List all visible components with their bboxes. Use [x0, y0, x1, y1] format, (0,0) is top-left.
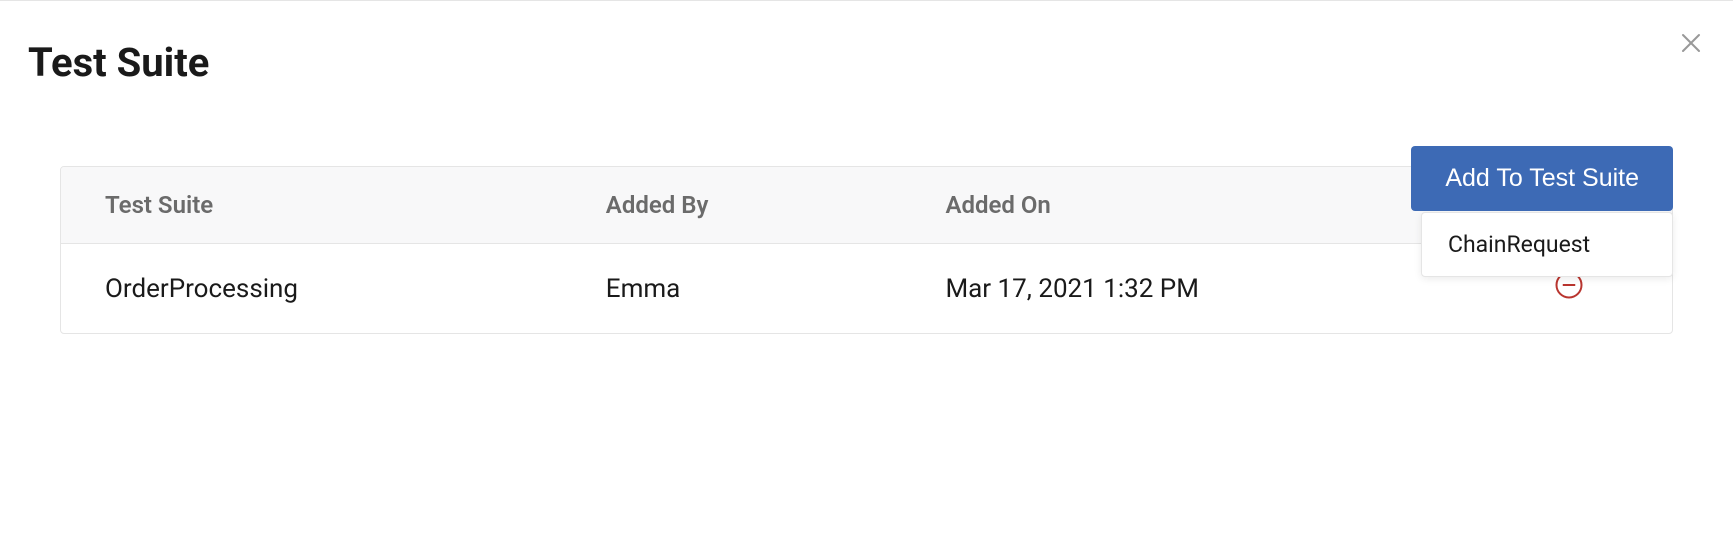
close-icon[interactable]: [1677, 29, 1705, 57]
dropdown-menu: ChainRequest: [1421, 212, 1673, 277]
header-added-by: Added By: [562, 167, 902, 244]
header-test-suite: Test Suite: [61, 167, 562, 244]
add-to-test-suite-button[interactable]: Add To Test Suite: [1411, 146, 1673, 211]
cell-added-on: Mar 17, 2021 1:32 PM: [901, 244, 1510, 334]
dropdown-item-chainrequest[interactable]: ChainRequest: [1422, 213, 1672, 276]
page-title: Test Suite: [0, 1, 1733, 86]
cell-test-suite: OrderProcessing: [61, 244, 562, 334]
cell-added-by: Emma: [562, 244, 902, 334]
content-area: Add To Test Suite ChainRequest Test Suit…: [0, 166, 1733, 334]
